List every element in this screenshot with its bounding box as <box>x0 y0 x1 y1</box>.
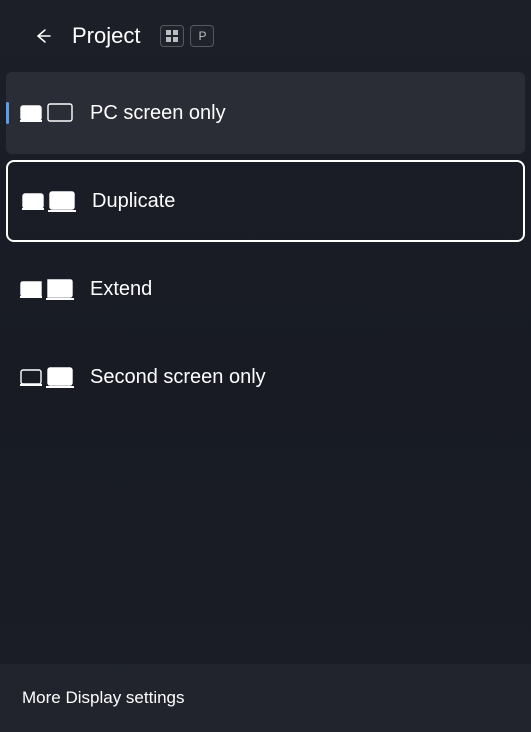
panel-header: Project P <box>0 0 531 68</box>
option-second-screen-only[interactable]: Second screen only <box>6 336 525 418</box>
windows-key-icon <box>160 25 184 47</box>
more-display-settings-link: More Display settings <box>22 688 185 708</box>
panel-title: Project <box>72 23 140 49</box>
option-extend[interactable]: Extend <box>6 248 525 330</box>
projection-options-list: PC screen only Duplicate Extend <box>0 68 531 418</box>
duplicate-icon <box>22 186 76 216</box>
second-screen-only-icon <box>20 362 74 392</box>
option-duplicate[interactable]: Duplicate <box>6 160 525 242</box>
back-button[interactable] <box>28 22 56 50</box>
option-label: Second screen only <box>90 366 266 389</box>
option-label: Extend <box>90 278 152 301</box>
option-label: Duplicate <box>92 190 175 213</box>
back-arrow-icon <box>32 26 52 46</box>
option-pc-screen-only[interactable]: PC screen only <box>6 72 525 154</box>
shortcut-hint: P <box>160 25 214 47</box>
pc-screen-only-icon <box>20 98 74 128</box>
extend-icon <box>20 274 74 304</box>
p-key-badge: P <box>190 25 214 47</box>
option-label: PC screen only <box>90 102 226 125</box>
footer-link-bar[interactable]: More Display settings <box>0 664 531 732</box>
